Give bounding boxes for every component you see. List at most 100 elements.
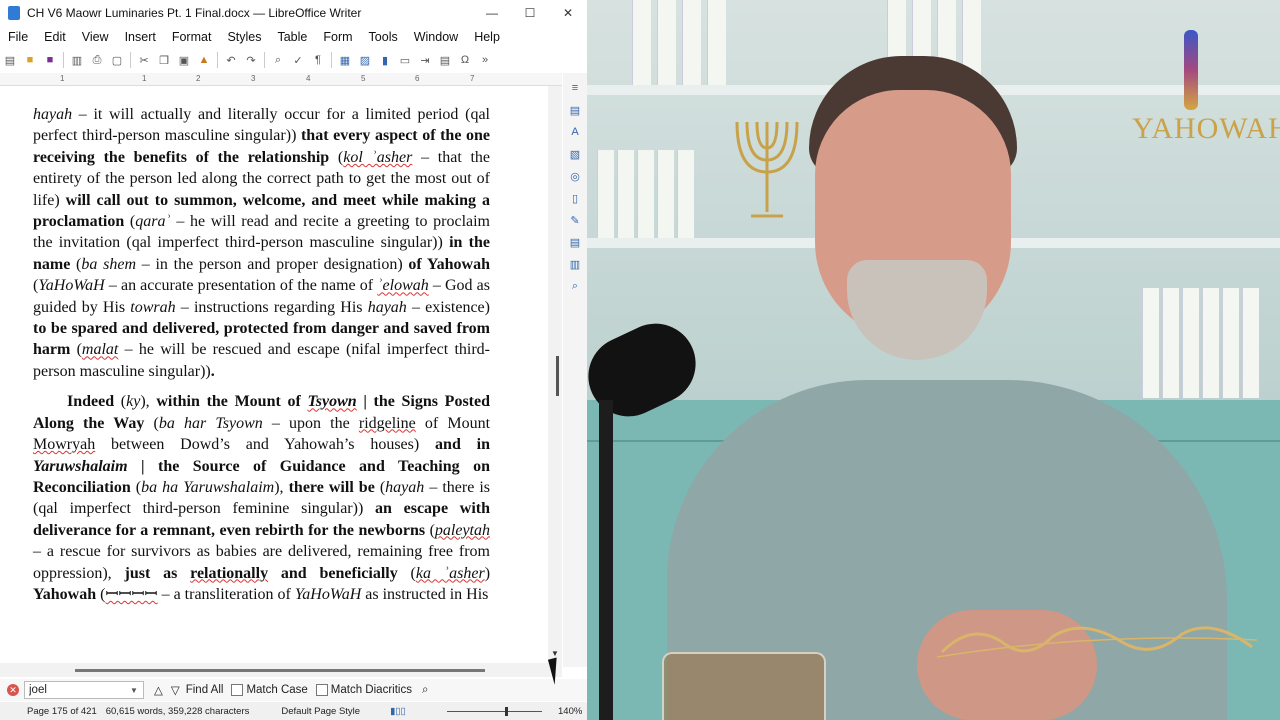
insert-table-icon[interactable]: ▦ bbox=[337, 53, 353, 67]
formatting-marks-icon[interactable]: ¶ bbox=[310, 53, 326, 67]
zoom-level[interactable]: 140% bbox=[558, 706, 582, 717]
brand-watermark: YAHOWAH bbox=[1132, 112, 1280, 145]
find-previous-icon[interactable]: △ bbox=[154, 683, 163, 697]
checkbox-box[interactable] bbox=[231, 684, 244, 696]
copy-icon[interactable]: ❐ bbox=[156, 53, 172, 67]
book bbox=[682, 0, 701, 85]
find-all-button[interactable]: Find All bbox=[186, 684, 224, 696]
insert-image-icon[interactable]: ▨ bbox=[357, 53, 373, 67]
word-count[interactable]: 60,615 words, 359,228 characters bbox=[106, 706, 250, 717]
insert-chart-icon[interactable]: ▮ bbox=[377, 53, 393, 67]
menu-insert[interactable]: Insert bbox=[117, 30, 164, 44]
text-run: kol ʾasher bbox=[343, 148, 413, 166]
insert-page-break-icon[interactable]: ⇥ bbox=[417, 53, 433, 67]
microphone-stand bbox=[599, 400, 613, 720]
spelling-icon[interactable]: ✓ bbox=[290, 53, 306, 67]
navigator-icon[interactable]: ◎ bbox=[567, 168, 583, 184]
menu-edit[interactable]: Edit bbox=[36, 30, 74, 44]
text-run: ), bbox=[140, 393, 157, 411]
text-run: – an accurate presentation of the name o… bbox=[104, 277, 378, 295]
menu-help[interactable]: Help bbox=[466, 30, 508, 44]
sidebar-menu-icon[interactable]: ≡ bbox=[567, 80, 583, 96]
open-folder-icon[interactable]: ■ bbox=[22, 53, 38, 67]
redo-icon[interactable]: ↷ bbox=[243, 53, 259, 67]
menorah-image bbox=[735, 121, 799, 218]
design-icon[interactable]: ▥ bbox=[567, 256, 583, 272]
text-run: paleytah bbox=[434, 521, 490, 539]
save-icon[interactable]: ■ bbox=[42, 53, 58, 67]
text-run: between Dowd’s and Yahowah’s houses) bbox=[95, 436, 436, 454]
menu-file[interactable]: File bbox=[0, 30, 36, 44]
menu-window[interactable]: Window bbox=[406, 30, 466, 44]
menu-tools[interactable]: Tools bbox=[361, 30, 406, 44]
close-button[interactable]: ✕ bbox=[549, 0, 587, 25]
chevron-down-icon[interactable]: ▼ bbox=[130, 686, 140, 695]
cut-icon[interactable]: ✂ bbox=[136, 53, 152, 67]
ruler-mark: 1 bbox=[60, 74, 65, 83]
manage-changes-icon[interactable]: ▤ bbox=[567, 234, 583, 250]
menu-format[interactable]: Format bbox=[164, 30, 220, 44]
toolbar-overflow-icon[interactable]: » bbox=[477, 53, 493, 67]
view-layout-icon[interactable]: ▮▯▯ bbox=[390, 706, 406, 717]
export-pdf-icon[interactable]: ▥ bbox=[69, 53, 85, 67]
book bbox=[657, 0, 676, 85]
signature-watermark bbox=[936, 626, 1258, 658]
menu-view[interactable]: View bbox=[74, 30, 117, 44]
find-icon[interactable]: ⌕ bbox=[567, 278, 583, 294]
book bbox=[707, 0, 726, 85]
special-character-icon[interactable]: Ω bbox=[457, 53, 473, 67]
document-paragraph[interactable]: Indeed (ky), within the Mount of Tsyown … bbox=[33, 391, 490, 605]
close-find-bar-icon[interactable]: ✕ bbox=[7, 684, 19, 696]
page-style[interactable]: Default Page Style bbox=[281, 706, 360, 717]
book bbox=[1142, 288, 1159, 398]
text-run: ꟷꟷꟷꟷ bbox=[105, 585, 158, 603]
find-replace-icon[interactable]: ⌕ bbox=[270, 53, 286, 67]
ruler-mark: 4 bbox=[306, 74, 311, 83]
find-input[interactable] bbox=[24, 681, 144, 699]
new-document-icon[interactable]: ▤ bbox=[2, 53, 18, 67]
find-next-icon[interactable]: ▽ bbox=[171, 683, 180, 697]
undo-icon[interactable]: ↶ bbox=[223, 53, 239, 67]
menu-styles[interactable]: Styles bbox=[219, 30, 269, 44]
minimize-button[interactable]: — bbox=[473, 0, 511, 25]
page-count[interactable]: Page 175 of 421 bbox=[27, 706, 97, 717]
print-icon[interactable]: ⎙ bbox=[89, 53, 105, 67]
styles-icon[interactable]: A bbox=[567, 124, 583, 140]
status-bar: Page 175 of 421 60,615 words, 359,228 ch… bbox=[0, 702, 587, 720]
zoom-slider[interactable] bbox=[447, 711, 542, 712]
sidebar-deck: ≡ ▤ A ▧ ◎ ▯ ✎ ▤ ▥ ⌕ bbox=[563, 73, 587, 667]
horizontal-scrollbar[interactable] bbox=[0, 663, 562, 677]
zoom-slider-handle[interactable] bbox=[505, 707, 508, 716]
text-run: of Yahowah bbox=[408, 255, 490, 273]
horizontal-ruler[interactable]: 1 1 2 3 4 5 6 7 bbox=[0, 73, 562, 86]
menu-table[interactable]: Table bbox=[269, 30, 315, 44]
paste-icon[interactable]: ▣ bbox=[176, 53, 192, 67]
insert-field-icon[interactable]: ▤ bbox=[437, 53, 453, 67]
horizontal-scroll-thumb[interactable] bbox=[75, 669, 485, 672]
document-paragraph[interactable]: hayah – it will actually and literally o… bbox=[33, 104, 490, 382]
vertical-scroll-thumb[interactable] bbox=[556, 356, 559, 396]
match-diacritics-checkbox[interactable]: Match Diacritics bbox=[315, 684, 412, 696]
book bbox=[1202, 288, 1219, 398]
document-text[interactable]: hayah – it will actually and literally o… bbox=[33, 104, 490, 614]
maximize-button[interactable]: ☐ bbox=[511, 0, 549, 25]
document-canvas[interactable]: hayah – it will actually and literally o… bbox=[0, 86, 548, 663]
page-icon[interactable]: ▯ bbox=[567, 190, 583, 206]
style-inspector-icon[interactable]: ✎ bbox=[567, 212, 583, 228]
text-run: ( bbox=[130, 478, 142, 496]
text-run: Indeed bbox=[67, 393, 115, 411]
book bbox=[1162, 288, 1179, 398]
find-replace-icon[interactable]: ⌕ bbox=[422, 684, 428, 697]
checkbox-box[interactable] bbox=[315, 684, 328, 696]
vertical-scrollbar[interactable]: ▼ bbox=[548, 86, 562, 663]
insert-textbox-icon[interactable]: ▭ bbox=[397, 53, 413, 67]
gallery-icon[interactable]: ▧ bbox=[567, 146, 583, 162]
match-case-label: Match Case bbox=[246, 684, 308, 696]
clone-formatting-icon[interactable]: ▲ bbox=[196, 53, 212, 67]
match-case-checkbox[interactable]: Match Case bbox=[231, 684, 308, 696]
menu-form[interactable]: Form bbox=[315, 30, 360, 44]
properties-icon[interactable]: ▤ bbox=[567, 102, 583, 118]
text-run: of Mount bbox=[415, 414, 491, 432]
book bbox=[632, 0, 651, 85]
print-preview-icon[interactable]: ▢ bbox=[109, 53, 125, 67]
